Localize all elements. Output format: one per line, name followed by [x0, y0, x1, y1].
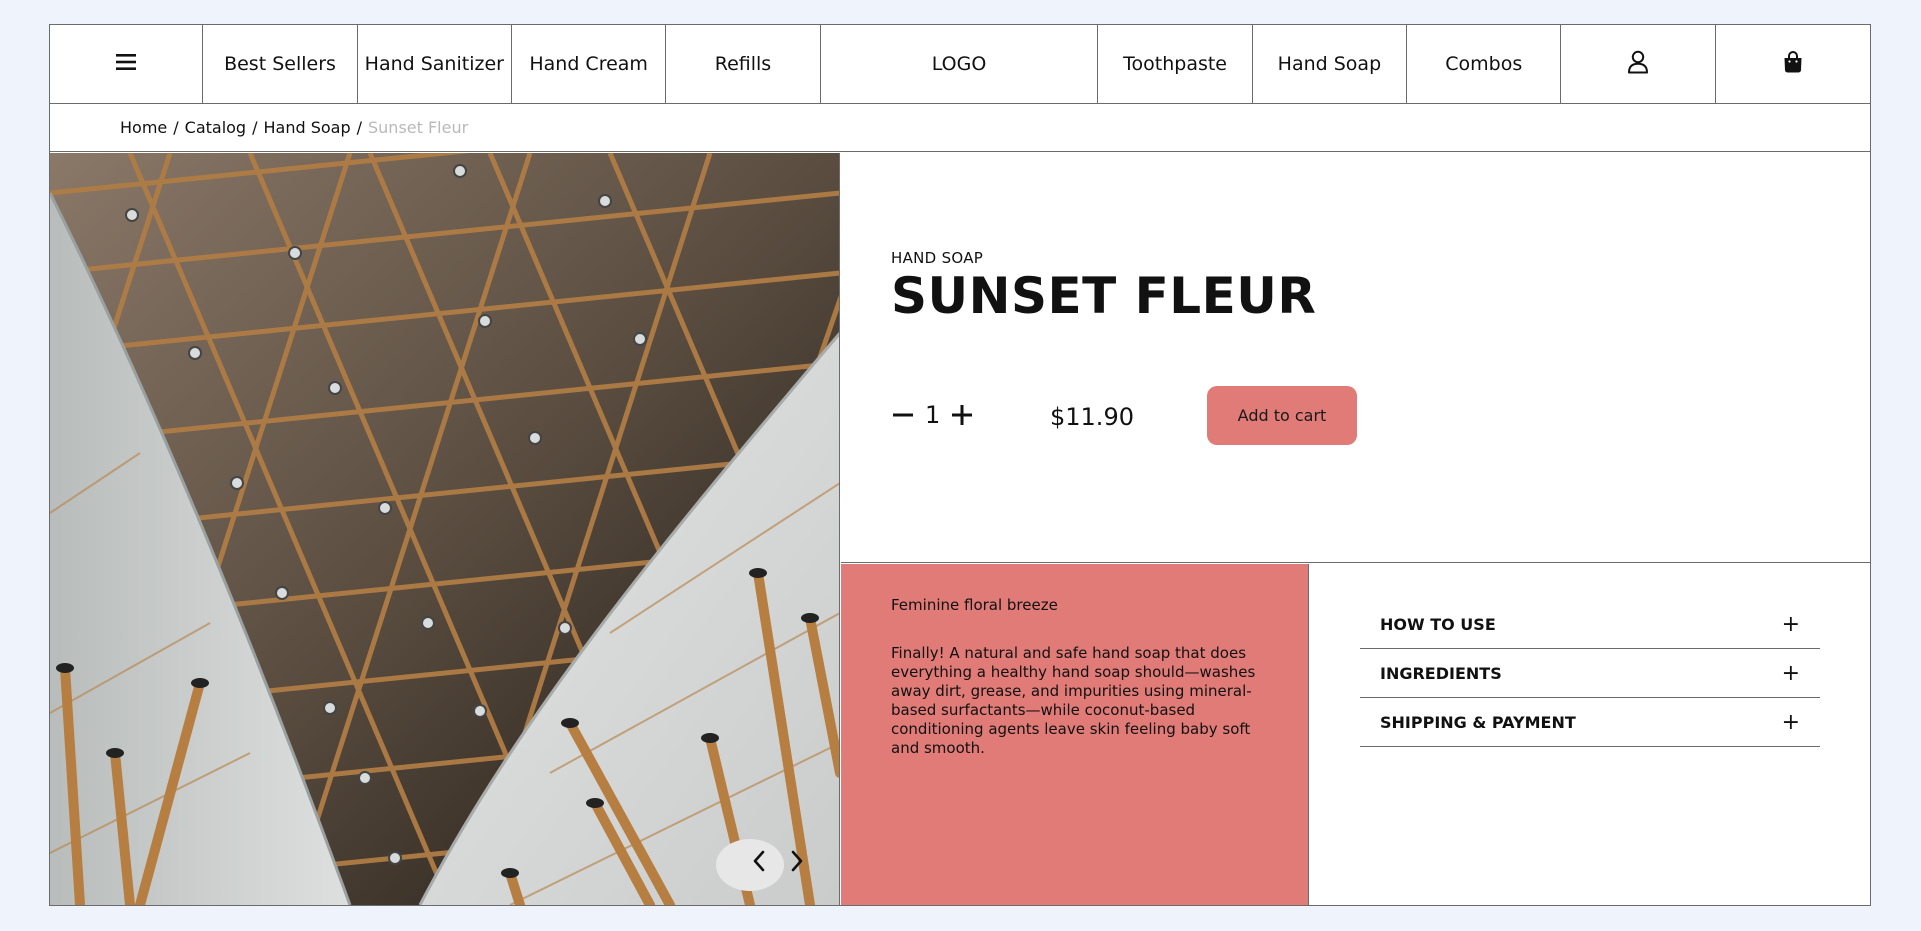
plus-icon: + [1781, 660, 1800, 686]
add-to-cart-button[interactable]: Add to cart [1207, 386, 1357, 445]
nav-item-combos[interactable]: Combos [1407, 25, 1562, 103]
nav-item-best-sellers[interactable]: Best Sellers [203, 25, 358, 103]
menu-button[interactable] [50, 25, 204, 103]
nav-item-hand-cream[interactable]: Hand Cream [512, 25, 667, 103]
accordion-label: HOW TO USE [1380, 614, 1496, 634]
top-navigation: Best Sellers Hand Sanitizer Hand Cream R… [50, 25, 1870, 104]
product-image-gallery [50, 153, 840, 905]
next-image-button[interactable] [790, 850, 816, 876]
account-button[interactable] [1561, 25, 1716, 103]
accordion-label: INGREDIENTS [1380, 663, 1502, 683]
nav-item-hand-sanitizer[interactable]: Hand Sanitizer [358, 25, 512, 103]
breadcrumb-separator: / [252, 118, 258, 137]
product-info-panel: HAND SOAP SUNSET FLEUR 1 $11.90 Add to c… [841, 153, 1870, 563]
shopping-bag-icon [1783, 50, 1803, 78]
breadcrumb-catalog[interactable]: Catalog [185, 118, 246, 137]
logo[interactable]: LOGO [821, 25, 1099, 103]
minus-icon [893, 413, 913, 417]
nav-item-toothpaste[interactable]: Toothpaste [1098, 25, 1253, 103]
product-tagline: Feminine floral breeze [891, 596, 1058, 614]
product-category: HAND SOAP [891, 249, 984, 267]
nav-item-hand-soap[interactable]: Hand Soap [1253, 25, 1408, 103]
increase-quantity-button[interactable] [950, 403, 974, 427]
product-description: Finally! A natural and safe hand soap th… [891, 644, 1256, 757]
breadcrumb: Home / Catalog / Hand Soap / Sunset Fleu… [50, 104, 1870, 152]
product-details-accordion: HOW TO USE + INGREDIENTS + SHIPPING & PA… [1360, 600, 1820, 747]
breadcrumb-hand-soap[interactable]: Hand Soap [263, 118, 350, 137]
user-icon [1627, 50, 1649, 79]
cart-button[interactable] [1716, 25, 1870, 103]
product-description-panel: Feminine floral breeze Finally! A natura… [841, 564, 1309, 905]
hamburger-menu-icon [116, 53, 137, 76]
breadcrumb-separator: / [356, 118, 362, 137]
plus-icon: + [1781, 709, 1800, 735]
plus-icon: + [1781, 611, 1800, 637]
breadcrumb-home[interactable]: Home [120, 118, 167, 137]
page-frame: Best Sellers Hand Sanitizer Hand Cream R… [49, 24, 1871, 906]
accordion-how-to-use[interactable]: HOW TO USE + [1360, 600, 1820, 649]
product-image [50, 153, 839, 905]
plus-icon [952, 405, 973, 425]
product-title: SUNSET FLEUR [891, 267, 1317, 325]
product-price: $11.90 [1050, 403, 1134, 431]
accordion-ingredients[interactable]: INGREDIENTS + [1360, 649, 1820, 698]
nav-item-refills[interactable]: Refills [666, 25, 821, 103]
quantity-value[interactable]: 1 [925, 401, 940, 429]
breadcrumb-separator: / [173, 118, 179, 137]
accordion-shipping-payment[interactable]: SHIPPING & PAYMENT + [1360, 698, 1820, 747]
breadcrumb-current: Sunset Fleur [368, 118, 469, 137]
decrease-quantity-button[interactable] [891, 403, 915, 427]
accordion-label: SHIPPING & PAYMENT [1380, 712, 1576, 732]
quantity-stepper: 1 [891, 401, 974, 429]
previous-image-button[interactable] [752, 850, 778, 876]
